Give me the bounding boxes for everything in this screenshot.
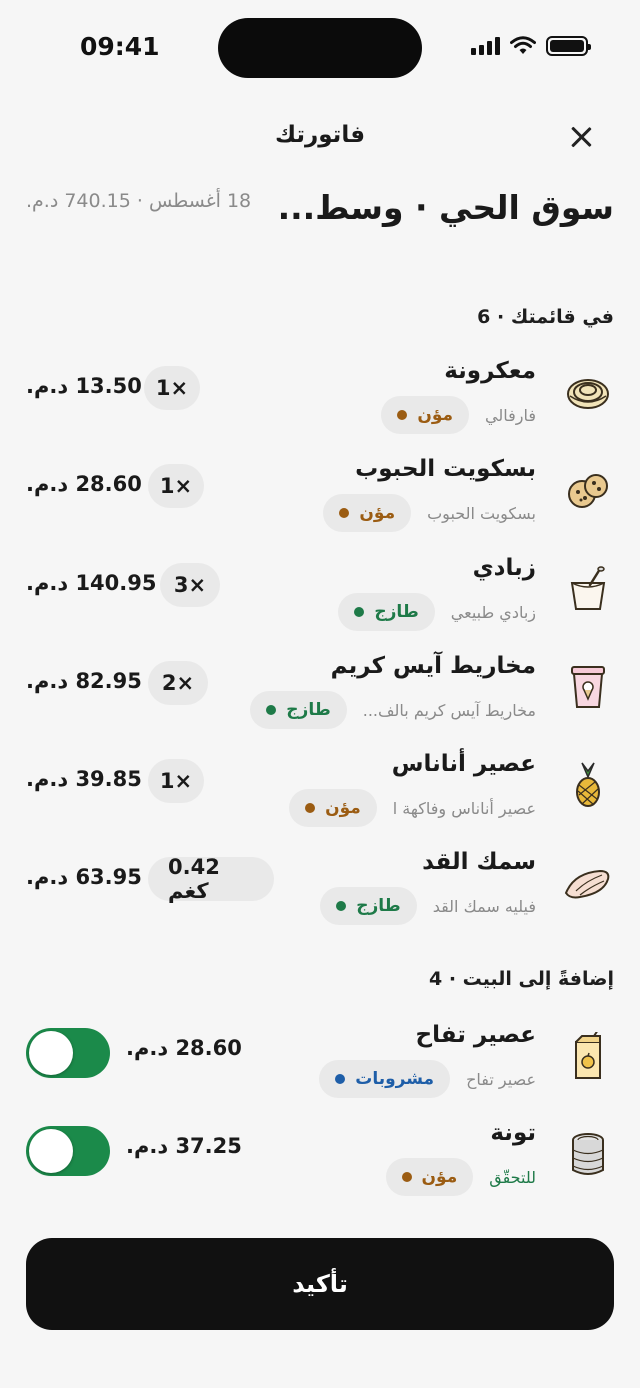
wifi-icon — [510, 36, 536, 54]
category-label: مؤن — [421, 1167, 458, 1187]
item-description: زبادي طبيعي — [450, 602, 536, 622]
cellular-signal-icon — [471, 37, 500, 55]
list-item: زبادي طازج زبادي طبيعي 3× 140.95 د.م. — [0, 555, 640, 645]
item-description: فارفالي — [485, 405, 536, 425]
item-name: عصير أناناس — [391, 751, 536, 777]
status-time: 09:41 — [80, 32, 160, 61]
list-item: عصير أناناس مؤن عصير أناناس وفاكهة ا 1× … — [0, 751, 640, 841]
quantity-pill[interactable]: 3× — [160, 563, 220, 607]
item-name: تونة — [490, 1120, 536, 1146]
fish-fillet-icon — [564, 869, 610, 899]
quantity-pill[interactable]: 2× — [148, 661, 208, 705]
quantity-pill[interactable]: 1× — [148, 464, 204, 508]
include-toggle[interactable] — [26, 1028, 110, 1078]
item-price: 28.60 د.م. — [126, 1036, 242, 1060]
category-dot-icon — [401, 1172, 412, 1182]
battery-icon — [546, 36, 591, 56]
status-bar: 09:41 — [0, 0, 640, 100]
list-section-title: في قائمتك · 6 — [477, 306, 614, 328]
category-label: مؤن — [325, 798, 361, 818]
item-price: 39.85 د.م. — [26, 767, 142, 791]
item-description: عصير تفاح — [466, 1069, 536, 1089]
cookies-icon — [568, 474, 608, 508]
category-dot-icon — [354, 607, 365, 617]
category-dot-icon — [339, 508, 350, 518]
item-price: 140.95 د.م. — [26, 571, 157, 595]
item-name: معكرونة — [444, 358, 536, 384]
category-label: مؤن — [359, 503, 396, 523]
category-label: طازج — [356, 896, 401, 916]
item-description: فيليه سمك القد — [432, 896, 536, 916]
category-chip: طازج — [250, 691, 347, 729]
category-chip: مؤن — [323, 494, 412, 532]
add-item: عصير تفاح مشروبات عصير تفاح 28.60 د.م. — [0, 1022, 640, 1112]
category-chip: مؤن — [381, 396, 470, 434]
item-price: 37.25 د.م. — [126, 1134, 242, 1158]
category-label: مشروبات — [355, 1069, 435, 1089]
pasta-icon — [567, 379, 609, 409]
page-title: فاتورتك — [274, 122, 366, 148]
item-description: بسكويت الحبوب — [427, 503, 536, 523]
category-label: طازج — [286, 700, 331, 720]
list-item: سمك القد طازج فيليه سمك القد 0.42 كغم 63… — [0, 849, 640, 939]
category-chip: مؤن — [289, 789, 377, 827]
receipt-meta: 18 أغسطس · 740.15 د.م. — [26, 190, 252, 212]
verification-note: للتحقّق — [489, 1167, 536, 1187]
store-name: سوق الحي · وسط... — [277, 188, 614, 227]
dynamic-island — [218, 18, 422, 78]
category-chip: مؤن — [385, 1158, 474, 1196]
category-label: مؤن — [417, 405, 454, 425]
item-price: 28.60 د.م. — [26, 472, 142, 496]
item-name: سمك القد — [422, 849, 536, 875]
item-name: زبادي — [472, 555, 536, 581]
include-toggle[interactable] — [26, 1126, 110, 1176]
list-item: مخاريط آيس كريم طازج مخاريط آيس كريم بال… — [0, 653, 640, 743]
yogurt-icon — [570, 566, 606, 610]
tuna-can-icon — [572, 1133, 604, 1175]
item-name: عصير تفاح — [415, 1022, 536, 1048]
pineapple-icon — [576, 762, 600, 807]
item-price: 82.95 د.م. — [26, 669, 142, 693]
category-dot-icon — [335, 1074, 346, 1084]
item-name: بسكويت الحبوب — [355, 456, 536, 482]
add-item: تونة مؤن للتحقّق 37.25 د.م. — [0, 1120, 640, 1210]
toggle-knob — [29, 1129, 73, 1173]
category-dot-icon — [336, 901, 347, 911]
confirm-button[interactable]: تأكيد — [26, 1238, 614, 1330]
category-dot-icon — [397, 410, 408, 420]
category-chip: طازج — [338, 593, 435, 631]
item-description: مخاريط آيس كريم بالف... — [362, 700, 536, 720]
list-item: بسكويت الحبوب مؤن بسكويت الحبوب 1× 28.60… — [0, 456, 640, 546]
close-button[interactable] — [566, 122, 596, 152]
item-name: مخاريط آيس كريم — [330, 653, 536, 679]
category-chip: طازج — [320, 887, 417, 925]
list-item: معكرونة مؤن فارفالي 1× 13.50 د.م. — [0, 358, 640, 448]
status-icons — [471, 36, 591, 56]
quantity-pill[interactable]: 1× — [148, 759, 204, 803]
category-label: طازج — [374, 602, 419, 622]
category-dot-icon — [305, 803, 316, 813]
ice-cream-tub-icon — [571, 666, 605, 708]
item-description: عصير أناناس وفاكهة ا — [392, 798, 536, 818]
quantity-pill[interactable]: 1× — [144, 366, 200, 410]
toggle-knob — [29, 1031, 73, 1075]
juice-box-icon — [575, 1032, 601, 1079]
category-dot-icon — [266, 705, 277, 715]
category-chip: مشروبات — [319, 1060, 451, 1098]
item-price: 63.95 د.م. — [26, 865, 142, 889]
quantity-pill[interactable]: 0.42 كغم — [148, 855, 274, 903]
add-section-title: إضافةً إلى البيت · 4 — [428, 968, 614, 990]
item-price: 13.50 د.م. — [26, 374, 142, 398]
